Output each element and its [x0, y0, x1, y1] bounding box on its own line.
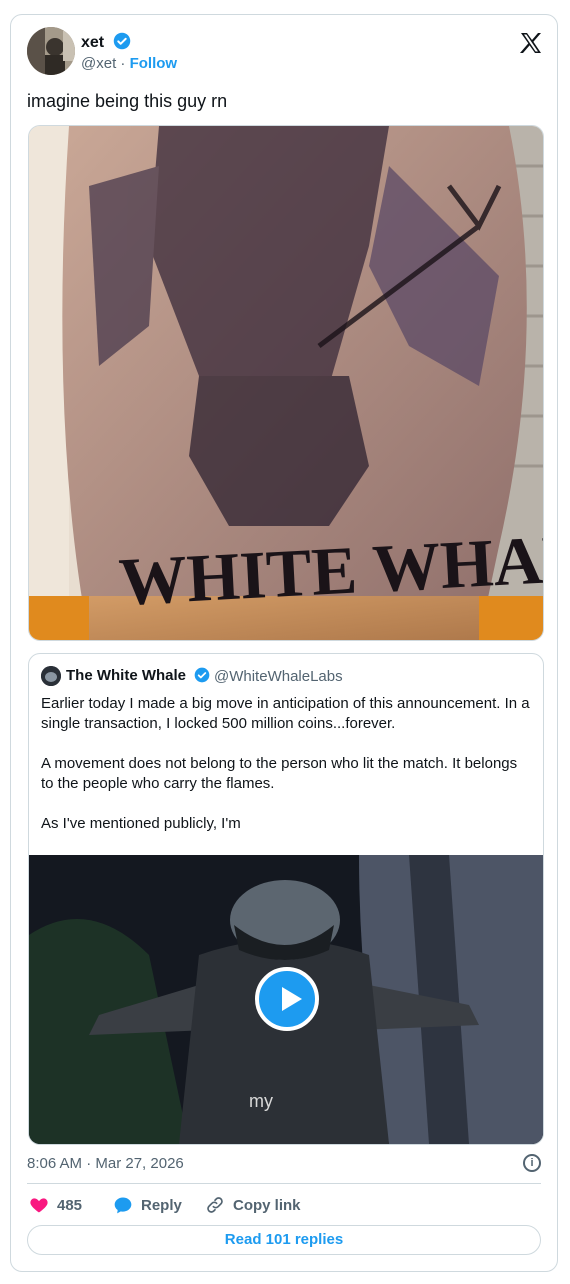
quoted-avatar[interactable]: [41, 666, 61, 686]
quoted-author-name[interactable]: The White Whale: [66, 667, 210, 684]
like-button[interactable]: 485: [29, 1195, 82, 1215]
reply-button[interactable]: Reply: [113, 1195, 182, 1215]
avatar-image: [27, 27, 75, 75]
avatar[interactable]: [27, 27, 75, 75]
tweet-timestamp[interactable]: 8:06 AM · Mar 27, 2026: [27, 1155, 184, 1172]
heart-icon: [30, 1198, 48, 1213]
video-subtitle: my: [249, 1091, 273, 1111]
reply-label: Reply: [141, 1196, 182, 1214]
author-handle-row: @xet · Follow: [81, 55, 177, 72]
verified-badge-icon: [194, 667, 210, 683]
quoted-author-handle[interactable]: @WhiteWhaleLabs: [214, 668, 343, 685]
like-count: 485: [57, 1196, 83, 1214]
play-button[interactable]: [255, 967, 319, 1031]
tweet-text: imagine being this guy rn: [27, 91, 228, 111]
whale-avatar-icon: [41, 666, 61, 686]
verified-badge-icon: [113, 32, 130, 50]
tweet-photo[interactable]: WHITE WHALE: [28, 125, 544, 641]
tattoo-photo: WHITE WHALE: [29, 126, 543, 640]
tweet-card: xet @xet · Follow imagine being this guy…: [10, 14, 558, 1272]
divider: [27, 1183, 541, 1184]
quoted-author-name-text[interactable]: The White Whale: [66, 667, 186, 684]
quoted-tweet[interactable]: The White Whale @WhiteWhaleLabs Earlier …: [28, 653, 544, 1145]
follow-button[interactable]: Follow: [130, 55, 178, 72]
read-replies-button[interactable]: Read 101 replies: [27, 1225, 541, 1255]
x-logo-icon[interactable]: [519, 31, 543, 55]
reply-bubble-icon: [114, 1197, 132, 1214]
info-icon[interactable]: i: [523, 1154, 541, 1172]
separator: ·: [120, 55, 126, 72]
author-handle[interactable]: @xet: [81, 55, 116, 72]
author-name[interactable]: xet: [81, 32, 131, 52]
quoted-video[interactable]: my: [29, 855, 543, 1144]
copy-link-button[interactable]: Copy link: [205, 1195, 301, 1215]
quoted-tweet-text: Earlier today I made a big move in antic…: [41, 695, 530, 832]
author-name-text[interactable]: xet: [81, 34, 104, 51]
copy-link-label: Copy link: [233, 1196, 301, 1214]
link-icon: [207, 1197, 223, 1213]
